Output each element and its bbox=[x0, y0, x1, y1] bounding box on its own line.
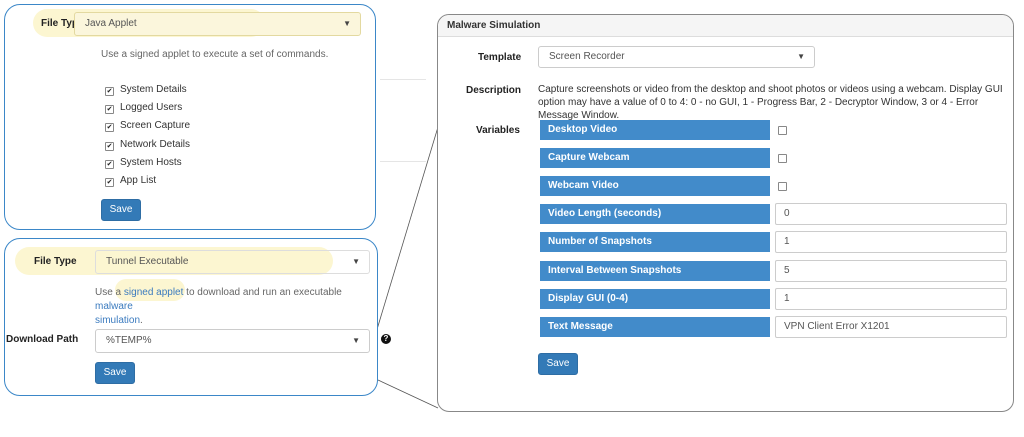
variable-checkbox[interactable] bbox=[778, 154, 787, 164]
variable-label: Interval Between Snapshots bbox=[540, 260, 770, 281]
checkbox-label: Logged Users bbox=[120, 102, 183, 114]
malware-simulation-panel: Malware Simulation Template Screen Recor… bbox=[437, 14, 1014, 412]
checkbox[interactable]: ✔ bbox=[105, 87, 114, 96]
variable-input[interactable]: 0 bbox=[775, 203, 1007, 226]
variable-input[interactable]: 1 bbox=[775, 231, 1007, 254]
variable-label: Video Length (seconds) bbox=[540, 204, 770, 225]
help-text-part: Use a bbox=[95, 287, 124, 298]
chevron-down-icon: ▼ bbox=[797, 52, 805, 61]
description-text: Capture screenshots or video from the de… bbox=[538, 84, 1003, 121]
template-label: Template bbox=[478, 52, 522, 63]
checkbox-label: App List bbox=[120, 175, 157, 186]
download-path-select[interactable]: %TEMP% ▼ bbox=[95, 329, 370, 353]
variables-label: Variables bbox=[476, 125, 520, 136]
checkbox-label: System Hosts bbox=[120, 156, 182, 168]
save-button[interactable]: Save bbox=[95, 362, 135, 384]
checklist-item[interactable]: ✔ Network Details bbox=[105, 138, 190, 152]
malware-link[interactable]: malware bbox=[95, 301, 133, 312]
variable-input[interactable]: 5 bbox=[775, 259, 1007, 282]
tunnel-executable-panel: File Type Tunnel Executable ▼ Use a sign… bbox=[4, 238, 391, 396]
chevron-down-icon: ▼ bbox=[352, 336, 360, 345]
help-text-part: . bbox=[140, 315, 143, 326]
file-type-select[interactable]: Tunnel Executable ▼ bbox=[95, 250, 370, 274]
checklist-item[interactable]: ✔ Logged Users bbox=[105, 101, 182, 115]
checkbox-label: System Details bbox=[120, 84, 187, 95]
signed-applet-link[interactable]: signed applet bbox=[124, 287, 184, 298]
variable-input[interactable]: 1 bbox=[775, 287, 1007, 310]
variable-label: Capture Webcam bbox=[540, 148, 770, 169]
checklist-item[interactable]: ✔ System Details bbox=[105, 83, 187, 97]
save-button[interactable]: Save bbox=[538, 353, 578, 375]
checkbox[interactable]: ✔ bbox=[105, 123, 114, 133]
template-select[interactable]: Screen Recorder ▼ bbox=[538, 46, 815, 68]
file-type-label: File Type bbox=[34, 256, 77, 267]
file-type-value: Java Applet bbox=[85, 18, 137, 29]
panel-title: Malware Simulation bbox=[438, 15, 1013, 37]
file-type-value: Tunnel Executable bbox=[106, 256, 189, 267]
variable-input[interactable]: VPN Client Error X1201 bbox=[775, 315, 1007, 338]
java-applet-panel: File Type Java Applet ▼ Use a signed app… bbox=[4, 4, 376, 230]
variable-checkbox[interactable] bbox=[778, 126, 787, 135]
checkbox-label: Screen Capture bbox=[120, 120, 191, 132]
checklist-item[interactable]: ✔ System Hosts bbox=[105, 156, 182, 170]
variable-label: Desktop Video bbox=[540, 120, 770, 140]
chevron-down-icon: ▼ bbox=[352, 257, 360, 266]
checkbox[interactable]: ✔ bbox=[105, 141, 114, 151]
download-path-value: %TEMP% bbox=[106, 335, 152, 346]
checkbox[interactable]: ✔ bbox=[105, 159, 114, 169]
simulation-link[interactable]: simulation bbox=[95, 315, 140, 326]
variable-label: Text Message bbox=[540, 316, 770, 337]
variable-label: Display GUI (0-4) bbox=[540, 288, 770, 309]
checkbox[interactable]: ✔ bbox=[105, 178, 114, 187]
variable-checkbox[interactable] bbox=[778, 182, 787, 192]
variable-label: Webcam Video bbox=[540, 176, 770, 197]
checkbox[interactable]: ✔ bbox=[105, 105, 114, 115]
checklist-item[interactable]: ✔ Screen Capture bbox=[105, 119, 190, 133]
download-path-label: Download Path bbox=[6, 334, 79, 345]
save-button[interactable]: Save bbox=[101, 199, 141, 221]
tunnel-help-text: Use a signed applet to download and run … bbox=[95, 286, 375, 328]
applet-help-text: Use a signed applet to execute a set of … bbox=[101, 49, 329, 60]
help-icon[interactable]: ? bbox=[381, 334, 391, 344]
checklist-item[interactable]: ✔ App List bbox=[105, 174, 156, 188]
variable-label: Number of Snapshots bbox=[540, 232, 770, 253]
chevron-down-icon: ▼ bbox=[343, 19, 351, 28]
description-label: Description bbox=[466, 85, 522, 96]
template-value: Screen Recorder bbox=[549, 51, 625, 62]
help-text-part: to download and run an executable bbox=[183, 287, 342, 298]
file-type-select[interactable]: Java Applet ▼ bbox=[74, 12, 361, 36]
checkbox-label: Network Details bbox=[120, 138, 191, 150]
